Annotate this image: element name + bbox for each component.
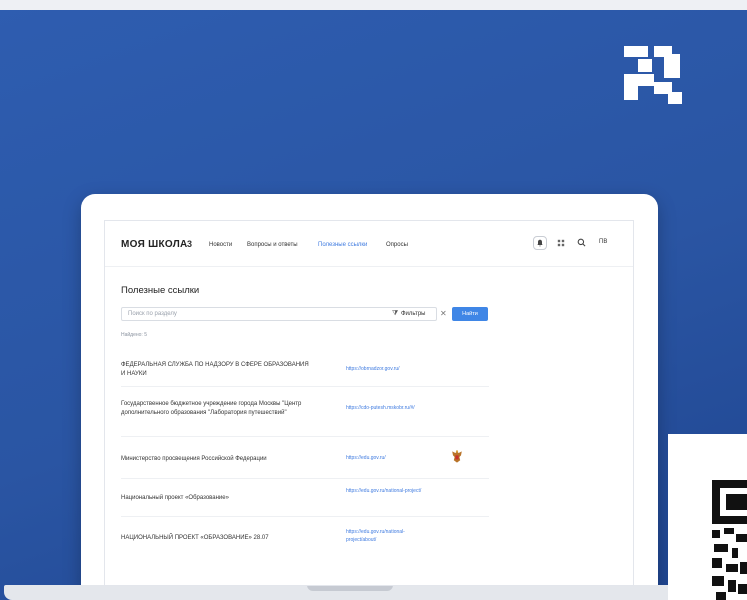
link-row: Национальный проект «Образование» https:…: [121, 479, 489, 517]
search-icon[interactable]: [574, 236, 588, 250]
close-icon[interactable]: ✕: [440, 309, 447, 318]
nav-link-useful-links[interactable]: Полезные ссылки: [318, 242, 367, 248]
filter-button[interactable]: Фильтры: [401, 311, 425, 317]
find-button[interactable]: Найти: [452, 307, 488, 321]
filter-icon[interactable]: ⧩: [392, 310, 398, 318]
nav-link-news[interactable]: Новости: [209, 242, 232, 248]
user-avatar[interactable]: ПВ: [599, 239, 607, 245]
coat-of-arms-icon: [452, 450, 462, 463]
search-input[interactable]: Поиск по разделу: [121, 307, 437, 321]
row-title: НАЦИОНАЛЬНЫЙ ПРОЕКТ «ОБРАЗОВАНИЕ» 28.07: [121, 535, 269, 541]
nav-link-faq[interactable]: Вопросы и ответы: [247, 242, 298, 248]
qr-code-icon: [712, 480, 747, 600]
row-title: ФЕДЕРАЛЬНАЯ СЛУЖБА ПО НАДЗОРУ В СФЕРЕ ОБ…: [121, 362, 309, 377]
row-link[interactable]: https://obrnadzor.gov.ru/: [346, 366, 426, 374]
site-logo[interactable]: МОЯ ШКОЛА: [121, 239, 188, 250]
laptop-screen: МОЯ ШКОЛА 3 Новости Вопросы и ответы Пол…: [104, 220, 634, 586]
link-row: ФЕДЕРАЛЬНАЯ СЛУЖБА ПО НАДЗОРУ В СФЕРЕ ОБ…: [121, 351, 489, 387]
brand-logo-icon: [624, 46, 686, 106]
link-row: Государственное бюджетное учреждение гор…: [121, 387, 489, 437]
search-placeholder: Поиск по разделу: [128, 311, 177, 317]
row-link[interactable]: https://edu.gov.ru/: [346, 455, 426, 463]
qr-code-panel: [668, 434, 747, 600]
row-link[interactable]: https://cdo-putesh.mskobr.ru/#/: [346, 405, 426, 413]
top-strip: [0, 0, 747, 10]
page-title: Полезные ссылки: [121, 285, 200, 296]
site-logo-mark: 3: [187, 239, 193, 249]
row-link[interactable]: https://edu.gov.ru/national-project/: [346, 488, 426, 496]
grid-icon[interactable]: [554, 236, 568, 250]
found-count: Найдено: 5: [121, 332, 147, 338]
row-link[interactable]: https://edu.gov.ru/national-project/abou…: [346, 529, 426, 544]
link-row: НАЦИОНАЛЬНЫЙ ПРОЕКТ «ОБРАЗОВАНИЕ» 28.07 …: [121, 517, 489, 559]
nav-link-polls[interactable]: Опросы: [386, 242, 408, 248]
bell-icon[interactable]: [533, 236, 547, 250]
link-row: Министерство просвещения Российской Феде…: [121, 437, 489, 479]
row-title: Государственное бюджетное учреждение гор…: [121, 401, 302, 416]
row-title: Министерство просвещения Российской Феде…: [121, 456, 267, 462]
row-title: Национальный проект «Образование»: [121, 495, 229, 501]
top-navigation: МОЯ ШКОЛА 3 Новости Вопросы и ответы Пол…: [105, 221, 633, 267]
